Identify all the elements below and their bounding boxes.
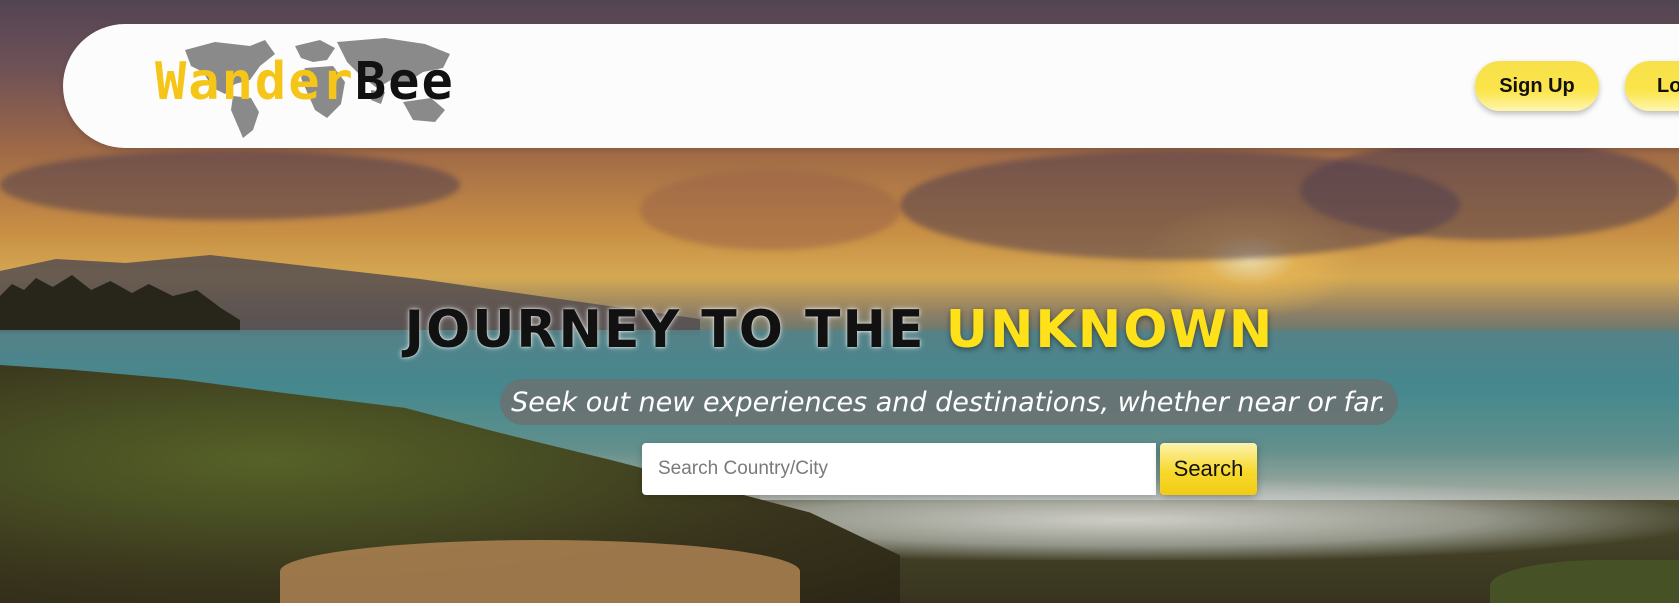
brand-name-part2: Bee <box>354 52 455 112</box>
search-input[interactable] <box>642 443 1156 495</box>
login-button[interactable]: Lo <box>1625 61 1679 111</box>
brand-wordmark: WanderBee <box>155 52 455 112</box>
signup-button[interactable]: Sign Up <box>1475 61 1599 111</box>
brand-logo[interactable]: WanderBee <box>155 32 465 142</box>
search-button[interactable]: Search <box>1160 443 1257 495</box>
hero-section: WanderBee Sign Up Lo JOURNEY TO THE UNKN… <box>0 0 1679 603</box>
navbar: WanderBee Sign Up Lo <box>63 24 1679 148</box>
headline-main: JOURNEY TO THE <box>404 300 926 360</box>
hero-headline: JOURNEY TO THE UNKNOWN <box>0 300 1679 360</box>
headline-accent: UNKNOWN <box>945 300 1275 360</box>
brand-name-part1: Wander <box>155 52 355 112</box>
hero-subtitle: Seek out new experiences and destination… <box>500 379 1398 425</box>
